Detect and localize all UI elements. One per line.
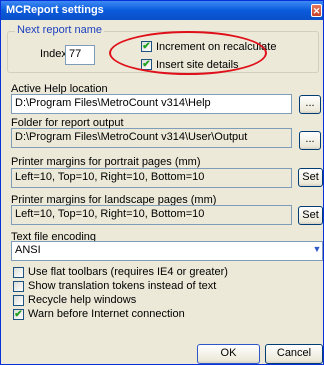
- encoding-select[interactable]: ANSI: [11, 241, 323, 261]
- help-location-input[interactable]: D:\Program Files\MetroCount v314\Help: [11, 94, 292, 114]
- flat-toolbars-label: Use flat toolbars (requires IE4 or great…: [28, 266, 228, 278]
- portrait-set-button[interactable]: Set: [298, 168, 323, 187]
- warn-internet-checkbox[interactable]: ✔: [13, 309, 24, 320]
- portrait-margins-label: Printer margins for portrait pages (mm): [11, 156, 201, 168]
- recycle-help-checkbox[interactable]: [13, 295, 24, 306]
- chevron-down-icon[interactable]: ▼: [311, 243, 323, 255]
- settings-dialog: MCReport settings ✕ Next report name Ind…: [0, 0, 324, 365]
- help-browse-button[interactable]: ...: [299, 95, 321, 114]
- translation-tokens-label: Show translation tokens instead of text: [28, 280, 217, 292]
- cancel-button[interactable]: Cancel: [265, 344, 323, 364]
- window-title: MCReport settings: [6, 4, 104, 16]
- landscape-set-button[interactable]: Set: [298, 206, 323, 225]
- portrait-margins-input[interactable]: Left=10, Top=10, Right=10, Bottom=10: [11, 168, 292, 188]
- close-icon[interactable]: ✕: [311, 4, 322, 17]
- title-bar[interactable]: MCReport settings ✕: [1, 1, 323, 20]
- highlight-oval: [109, 31, 267, 75]
- ok-button[interactable]: OK: [197, 344, 260, 364]
- recycle-help-label: Recycle help windows: [28, 294, 137, 306]
- index-label: Index: [40, 48, 67, 60]
- index-input[interactable]: 77: [65, 45, 95, 65]
- next-report-group-label: Next report name: [15, 24, 104, 36]
- landscape-margins-input[interactable]: Left=10, Top=10, Right=10, Bottom=10: [11, 205, 292, 225]
- output-browse-button[interactable]: ...: [299, 131, 321, 150]
- report-output-input[interactable]: D:\Program Files\MetroCount v314\User\Ou…: [11, 128, 292, 148]
- flat-toolbars-checkbox[interactable]: [13, 267, 24, 278]
- warn-internet-label: Warn before Internet connection: [28, 308, 185, 320]
- translation-tokens-checkbox[interactable]: [13, 281, 24, 292]
